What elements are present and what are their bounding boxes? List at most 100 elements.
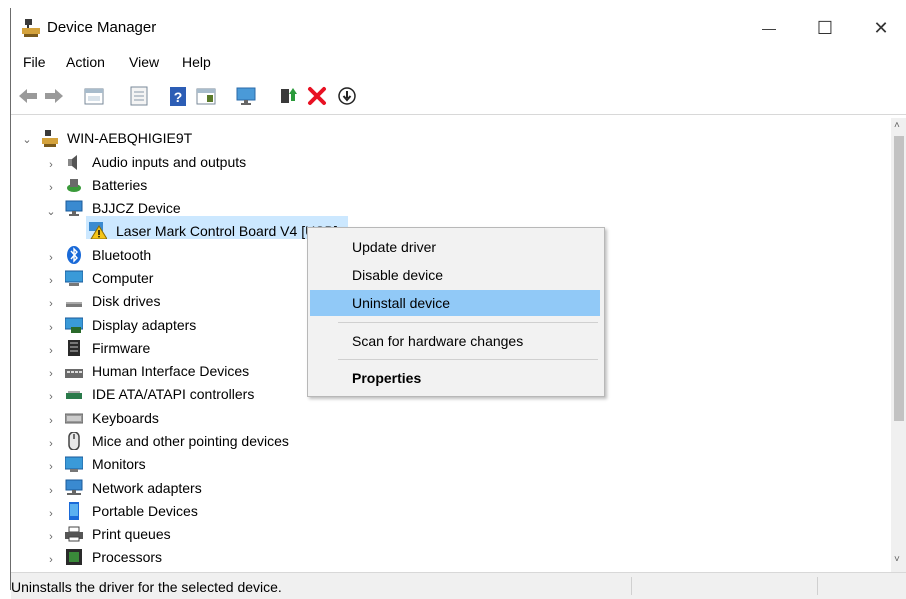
tree-item-audio[interactable]: Audio inputs and outputs <box>92 154 246 170</box>
tree-item-disk-drives[interactable]: Disk drives <box>92 293 160 309</box>
show-hidden-icon[interactable] <box>128 85 150 107</box>
monitor-icon[interactable] <box>235 85 257 107</box>
disk-icon <box>66 302 82 307</box>
monitor-device-icon <box>65 456 83 472</box>
tree-item-network-adapters[interactable]: Network adapters <box>92 480 202 496</box>
chevron-right-icon[interactable]: › <box>45 368 57 380</box>
display-adapter-icon <box>65 317 83 333</box>
properties-view-icon[interactable] <box>83 85 105 107</box>
update-driver-icon[interactable] <box>277 85 299 107</box>
chevron-right-icon[interactable]: › <box>45 531 57 543</box>
chevron-right-icon[interactable]: › <box>45 438 57 450</box>
tree-item-computer[interactable]: Computer <box>92 270 153 286</box>
help-icon[interactable]: ? <box>167 85 189 107</box>
tree-item-display-adapters[interactable]: Display adapters <box>92 317 196 333</box>
chevron-right-icon[interactable]: › <box>45 345 57 357</box>
chevron-right-icon[interactable]: › <box>45 275 57 287</box>
window-title: Device Manager <box>47 19 157 36</box>
chevron-right-icon[interactable]: › <box>45 554 57 566</box>
chevron-right-icon[interactable]: › <box>45 485 57 497</box>
tree-item-portable-devices[interactable]: Portable Devices <box>92 503 198 519</box>
menu-separator <box>338 322 598 323</box>
maximize-icon: ☐ <box>816 17 834 38</box>
chevron-right-icon[interactable]: › <box>45 461 57 473</box>
chevron-down-icon[interactable]: ⌄ <box>21 134 33 146</box>
menu-item-update-driver[interactable]: Update driver <box>310 234 600 260</box>
menu-item-properties[interactable]: Properties <box>310 365 600 391</box>
chevron-right-icon[interactable]: › <box>45 508 57 520</box>
menu-item-disable-device[interactable]: Disable device <box>310 262 600 288</box>
close-icon: ✕ <box>873 17 889 38</box>
tree-item-keyboards[interactable]: Keyboards <box>92 410 159 426</box>
menu-item-uninstall-device[interactable]: Uninstall device <box>310 290 600 316</box>
tree-item-ide[interactable]: IDE ATA/ATAPI controllers <box>92 386 254 402</box>
menu-item-label: Disable device <box>352 267 444 283</box>
scan-hardware-icon[interactable] <box>336 85 358 107</box>
menu-item-scan-hardware[interactable]: Scan for hardware changes <box>310 328 600 354</box>
menu-help[interactable]: Help <box>182 54 211 70</box>
scroll-up-icon[interactable]: ˄ <box>894 120 900 131</box>
firmware-icon <box>68 340 80 356</box>
chevron-right-icon[interactable]: › <box>45 322 57 334</box>
tree-item-bjjcz[interactable]: BJJCZ Device <box>92 200 181 216</box>
chevron-right-icon[interactable]: › <box>45 182 57 194</box>
menu-item-label: Update driver <box>352 239 437 255</box>
menu-item-label: Scan for hardware changes <box>352 333 524 349</box>
computer-icon <box>65 270 83 286</box>
tree-item-bluetooth[interactable]: Bluetooth <box>92 247 151 263</box>
tree-item-firmware[interactable]: Firmware <box>92 340 150 356</box>
menu-separator <box>338 359 598 360</box>
scrollbar-thumb[interactable] <box>894 136 904 421</box>
minimize-icon: — <box>762 20 776 36</box>
maximize-button[interactable]: ☐ <box>795 8 855 48</box>
menu-item-label: Uninstall device <box>352 295 451 311</box>
tree-root-label[interactable]: WIN-AEBQHIGIE9T <box>67 130 192 146</box>
chevron-right-icon[interactable]: › <box>45 159 57 171</box>
tree-item-mice[interactable]: Mice and other pointing devices <box>92 433 289 449</box>
chevron-right-icon[interactable]: › <box>45 415 57 427</box>
menu-view[interactable]: View <box>129 54 159 70</box>
menu-item-label: Properties <box>352 370 422 386</box>
uninstall-icon[interactable] <box>306 85 328 107</box>
svg-text:?: ? <box>174 89 183 105</box>
computer-root-icon <box>42 130 58 147</box>
portable-device-icon <box>69 502 79 520</box>
status-divider <box>817 577 818 595</box>
device-manager-icon <box>22 19 40 37</box>
back-icon[interactable] <box>17 85 39 107</box>
network-adapter-icon <box>65 479 83 495</box>
menu-bar: File Action View Help <box>11 51 906 75</box>
status-bar: Uninstalls the driver for the selected d… <box>11 572 906 599</box>
chevron-right-icon[interactable]: › <box>45 391 57 403</box>
tree-item-laser-mark[interactable]: Laser Mark Control Board V4 [USB] <box>116 223 338 239</box>
forward-icon[interactable] <box>43 85 65 107</box>
chevron-down-icon[interactable]: ⌄ <box>45 206 57 218</box>
status-divider <box>631 577 632 595</box>
console-tree-icon[interactable] <box>195 85 217 107</box>
menu-action[interactable]: Action <box>66 54 105 70</box>
status-text: Uninstalls the driver for the selected d… <box>11 579 282 595</box>
tree-item-monitors[interactable]: Monitors <box>92 456 146 472</box>
keyboard-icon <box>65 413 83 424</box>
chevron-right-icon[interactable]: › <box>45 252 57 264</box>
printer-icon <box>65 526 83 542</box>
title-bar: Device Manager — ☐ ✕ <box>11 8 906 48</box>
tree-item-processors[interactable]: Processors <box>92 549 162 565</box>
menu-file[interactable]: File <box>23 54 46 70</box>
speaker-icon <box>68 155 77 170</box>
close-button[interactable]: ✕ <box>851 8 906 48</box>
processor-icon <box>66 549 82 565</box>
chevron-right-icon[interactable]: › <box>45 298 57 310</box>
scroll-down-icon[interactable]: ˅ <box>894 554 900 565</box>
network-device-icon <box>65 200 83 216</box>
warning-icon <box>89 222 107 239</box>
tree-item-hid[interactable]: Human Interface Devices <box>92 363 249 379</box>
ide-icon <box>66 391 82 399</box>
bluetooth-icon <box>67 246 81 264</box>
mouse-icon <box>68 432 80 450</box>
minimize-button[interactable]: — <box>739 8 799 48</box>
tree-item-batteries[interactable]: Batteries <box>92 177 147 193</box>
vertical-scrollbar[interactable]: ˄ ˅ <box>891 118 906 572</box>
battery-icon <box>67 179 81 192</box>
tree-item-print-queues[interactable]: Print queues <box>92 526 171 542</box>
